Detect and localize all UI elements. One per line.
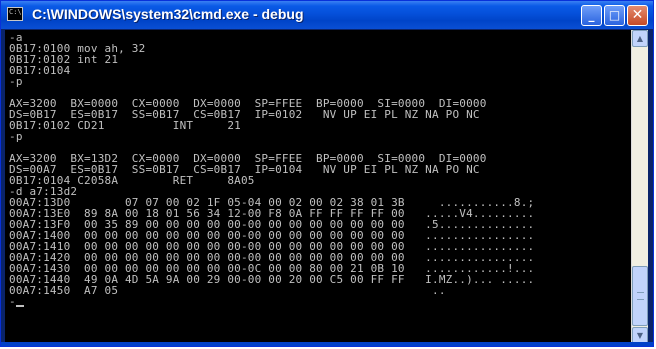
console-line: -p	[9, 76, 534, 87]
console-line-text: -	[9, 295, 16, 308]
maximize-button[interactable]: □	[604, 5, 625, 26]
scroll-thumb[interactable]	[632, 266, 648, 326]
close-button[interactable]: ✕	[627, 5, 648, 26]
console-line: 0B17:0102 int 21	[9, 54, 534, 65]
cmd-window: C:\ C:\WINDOWS\system32\cmd.exe - debug …	[0, 0, 654, 347]
console-line-text: -p	[9, 130, 23, 143]
console-output[interactable]: -a 0B17:0100 mov ah, 32 0B17:0102 int 21 0B…	[5, 30, 631, 344]
console-line-text: -p	[9, 75, 23, 88]
console-line: 00A7:1450 A7 05 ..	[9, 285, 534, 296]
minimize-button[interactable]: _	[581, 5, 602, 26]
scroll-thumb-grip-icon	[637, 292, 644, 300]
console-line-text: 00A7:1450 A7 05 ..	[9, 284, 446, 297]
console-line: -	[9, 296, 534, 307]
console-line: 0B17:0104 C2058A RET 8A05	[9, 175, 534, 186]
scroll-up-button[interactable]: ▲	[632, 30, 648, 47]
vertical-scrollbar[interactable]: ▲ ▼	[631, 30, 648, 344]
text-cursor	[15, 305, 24, 307]
window-bottom-border	[1, 342, 653, 346]
console-lines: -a 0B17:0100 mov ah, 32 0B17:0102 int 21 0B…	[9, 32, 534, 307]
console-line: 0B17:0104	[9, 65, 534, 76]
title-bar[interactable]: C:\ C:\WINDOWS\system32\cmd.exe - debug …	[1, 1, 653, 29]
console-app-icon-label: C:\	[9, 8, 22, 16]
console-line-text: 0B17:0102 CD21 INT 21	[9, 119, 241, 132]
console-line: 0B17:0102 CD21 INT 21	[9, 120, 534, 131]
window-title: C:\WINDOWS\system32\cmd.exe - debug	[32, 6, 304, 22]
console-app-icon[interactable]: C:\	[7, 7, 23, 21]
console-line: -p	[9, 131, 534, 142]
window-controls: _ □ ✕	[581, 5, 648, 26]
